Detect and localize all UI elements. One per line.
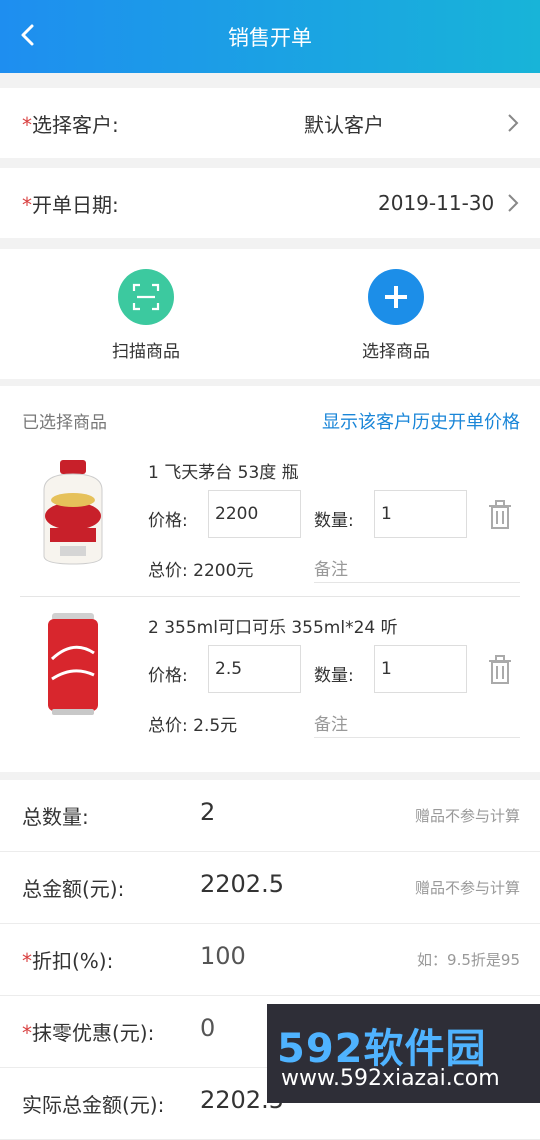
date-row[interactable]: *开单日期: 2019-11-30	[0, 168, 540, 238]
chevron-right-icon	[508, 114, 519, 132]
back-arrow-icon[interactable]	[14, 20, 44, 50]
quantity-input[interactable]: 1	[374, 645, 467, 693]
plus-icon	[368, 269, 424, 325]
scan-icon	[118, 269, 174, 325]
selected-products-section: 已选择商品 显示该客户历史开单价格 1 飞天茅台 53度 瓶 价格: 2200 …	[0, 386, 540, 772]
list-item: 2 355ml可口可乐 355ml*24 听 价格: 2.5 数量: 1 总价:…	[0, 593, 540, 748]
scan-product-button[interactable]: 扫描商品	[81, 269, 211, 362]
quantity-input[interactable]: 1	[374, 490, 467, 538]
note-field[interactable]: 备注	[314, 555, 348, 580]
price-label: 价格:	[148, 511, 188, 531]
summary-label: 总数量:	[22, 805, 89, 829]
summary-label: 实际总金额(元):	[22, 1093, 165, 1117]
price-input[interactable]: 2.5	[208, 645, 301, 693]
note-underline	[314, 582, 520, 583]
app-header: 销售开单	[0, 0, 540, 73]
total-quantity-row: 总数量: 2 赠品不参与计算	[0, 780, 540, 852]
select-product-button[interactable]: 选择商品	[331, 269, 461, 362]
price-label: 价格:	[148, 666, 188, 686]
product-actions: 扫描商品 选择商品	[0, 249, 540, 379]
coke-can-image	[48, 613, 98, 715]
date-label: *开单日期:	[22, 192, 119, 217]
product-name: 1 飞天茅台 53度 瓶	[148, 463, 299, 483]
watermark-url: www.592xiazai.com	[281, 1066, 500, 1091]
discount-row: *折扣(%): 100 如：9.5折是95	[0, 924, 540, 996]
total-amount-value: 2202.5	[200, 870, 284, 898]
quantity-label: 数量:	[314, 511, 354, 531]
date-value: 2019-11-30	[378, 191, 495, 215]
scan-product-label: 扫描商品	[112, 342, 180, 362]
customer-value: 默认客户	[304, 112, 384, 137]
total-quantity-value: 2	[200, 798, 216, 826]
trash-icon[interactable]	[487, 655, 513, 685]
watermark-overlay: 592软件园 www.592xiazai.com	[267, 1004, 540, 1103]
summary-label: *折扣(%):	[22, 949, 114, 973]
note-field[interactable]: 备注	[314, 710, 348, 735]
product-name: 2 355ml可口可乐 355ml*24 听	[148, 618, 398, 638]
price-input[interactable]: 2200	[208, 490, 301, 538]
summary-hint: 赠品不参与计算	[414, 807, 520, 825]
trash-icon[interactable]	[487, 500, 513, 530]
rounding-discount-input[interactable]: 0	[200, 1014, 215, 1042]
quantity-label: 数量:	[314, 666, 354, 686]
line-total: 总价: 2.5元	[148, 716, 238, 736]
customer-row[interactable]: *选择客户: 默认客户	[0, 88, 540, 158]
select-product-label: 选择商品	[362, 342, 430, 362]
note-underline	[314, 737, 520, 738]
page-title: 销售开单	[228, 25, 312, 50]
summary-label: *抹零优惠(元):	[22, 1021, 155, 1045]
history-price-link[interactable]: 显示该客户历史开单价格	[322, 408, 520, 434]
total-amount-row: 总金额(元): 2202.5 赠品不参与计算	[0, 852, 540, 924]
moutai-bottle-image	[43, 460, 103, 565]
chevron-right-icon	[508, 194, 519, 212]
line-total: 总价: 2200元	[148, 561, 254, 581]
customer-label: *选择客户:	[22, 112, 119, 137]
summary-label: 总金额(元):	[22, 877, 125, 901]
list-item: 1 飞天茅台 53度 瓶 价格: 2200 数量: 1 总价: 2200元 备注	[0, 438, 540, 593]
selected-products-header: 已选择商品	[22, 413, 107, 433]
summary-hint: 如：9.5折是95	[417, 951, 520, 969]
summary-hint: 赠品不参与计算	[414, 879, 520, 897]
discount-input[interactable]: 100	[200, 942, 246, 970]
